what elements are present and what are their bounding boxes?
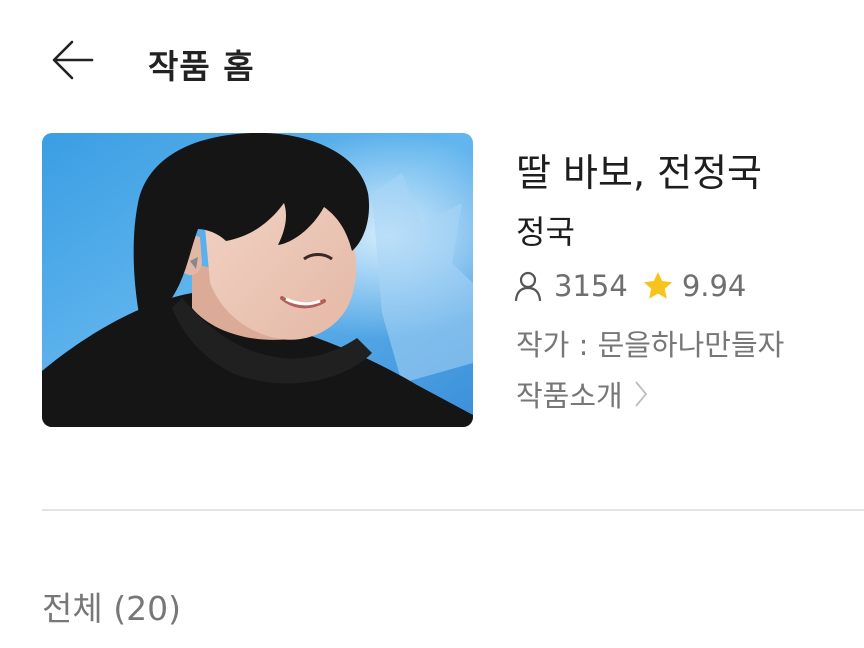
episode-count-label: 전체 (20) — [42, 589, 181, 628]
work-subtitle: 정국 — [516, 213, 575, 251]
stats-row: 3154 9.94 — [514, 266, 746, 306]
work-title: 딸 바보, 전정국 — [516, 151, 762, 195]
author-name[interactable]: 작가 : 문을하나만들자 — [516, 322, 784, 364]
cover-photo — [42, 133, 473, 427]
rating-value: 9.94 — [681, 269, 747, 303]
section-divider — [42, 509, 864, 511]
cover-image[interactable] — [42, 133, 473, 427]
work-intro-link[interactable]: 작품소개 — [516, 374, 649, 414]
back-button[interactable] — [48, 38, 96, 82]
header: 작품 홈 — [0, 0, 864, 120]
work-home-page: 작품 홈 딸 바보, 전정국 정국 3154 9.94 작가: 문을하나만들자… — [0, 0, 864, 648]
chevron-right-icon — [635, 381, 647, 407]
back-arrow-icon — [52, 40, 94, 80]
view-count: 3154 — [554, 269, 628, 303]
star-icon — [643, 272, 672, 299]
work-intro-label: 작품소개 — [516, 379, 623, 413]
page-title: 작품 홈 — [148, 47, 255, 86]
user-icon — [514, 271, 542, 301]
